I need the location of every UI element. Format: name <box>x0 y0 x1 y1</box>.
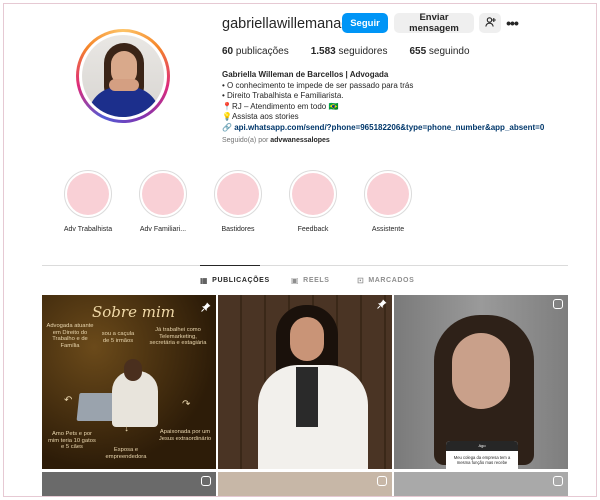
bio-line: • Direito Trabalhista e Familiarista. <box>222 91 344 101</box>
post-text: Apaixonada por um Jesus extraordinário <box>158 429 212 442</box>
grid-icon: ▦ <box>200 276 209 285</box>
highlight-adv-trabalhista[interactable]: Adv Trabalhista <box>60 170 116 233</box>
arrow-icon: ↶ <box>64 395 73 406</box>
followed-by[interactable]: Seguido(a) por advwanessalopes <box>222 137 330 144</box>
person-plus-icon <box>484 16 496 30</box>
arrow-icon: ↷ <box>182 399 191 410</box>
highlight-label: Feedback <box>297 226 329 233</box>
suggest-accounts-button[interactable] <box>479 13 501 33</box>
highlight-label: Assistente <box>371 226 405 233</box>
tab-tagged[interactable]: ⊡ MARCADOS <box>357 276 414 285</box>
more-options-button[interactable]: ••• <box>504 14 520 32</box>
profile-page: gabriellawillemanadv Seguir Enviar mensa… <box>3 3 597 497</box>
post-text: Amo Pets e por mim teria 10 gatos e 5 cã… <box>48 431 96 451</box>
send-message-button[interactable]: Enviar mensagem <box>394 12 474 34</box>
post-tile[interactable] <box>42 472 216 496</box>
reels-icon <box>377 476 387 486</box>
pin-icon <box>201 299 211 317</box>
arrow-icon: ↓ <box>124 423 129 434</box>
highlight-adv-familiari[interactable]: Adv Familiari... <box>135 170 191 233</box>
reels-icon: ▣ <box>291 276 300 285</box>
highlight-assistente[interactable]: Assistente <box>360 170 416 233</box>
bio-line: 💡Assista aos stories <box>222 112 299 122</box>
post-sobre-mim[interactable]: Sobre mim Advogada atuante em Direito do… <box>42 295 216 469</box>
post-tile[interactable] <box>218 472 392 496</box>
post-text: Advogada atuante em Direito do Trabalho … <box>46 323 94 349</box>
post-portrait[interactable] <box>218 295 392 469</box>
bio-link[interactable]: 🔗 api.whatsapp.com/send/?phone=965182206… <box>222 123 582 134</box>
highlight-label: Adv Trabalhista <box>63 226 113 233</box>
post-text: Esposa e empreendedora <box>105 447 147 460</box>
highlight-label: Bastidores <box>221 226 255 233</box>
profile-stats: 60 publicações 1.583 seguidores 655 segu… <box>222 46 470 57</box>
profile-bio: Gabriella Willeman de Barcellos | Advoga… <box>222 70 582 134</box>
highlight-label: Adv Familiari... <box>139 226 187 233</box>
posts-stat[interactable]: 60 publicações <box>222 46 289 57</box>
following-stat[interactable]: 655 seguindo <box>409 46 469 57</box>
profile-avatar[interactable] <box>76 29 170 123</box>
tabs-divider <box>42 265 568 266</box>
bio-name: Gabriella Willeman de Barcellos | Advoga… <box>222 70 389 79</box>
profile-username: gabriellawillemanadv <box>222 16 357 32</box>
pin-icon <box>377 299 387 312</box>
tagged-icon: ⊡ <box>357 276 365 285</box>
link-icon: 🔗 <box>222 122 232 132</box>
post-text: sou a caçula de 5 irmãos <box>101 331 135 344</box>
bio-line: 📍RJ – Atendimento em todo 🇧🇷 <box>222 101 339 111</box>
post-reel-video[interactable]: Ago Meu colega da empresa tem a mesma fu… <box>394 295 568 469</box>
more-icon: ••• <box>506 15 519 31</box>
bio-line: • O conhecimento te impede de ser passad… <box>222 80 414 90</box>
post-text: Já trabalhei como Telemarketing, secretá… <box>149 327 207 347</box>
highlight-feedback[interactable]: Feedback <box>285 170 341 233</box>
question-card-text: Meu colega da empresa tem a mesma função… <box>453 455 511 465</box>
question-card-header: Ago <box>446 441 518 451</box>
highlight-bastidores[interactable]: Bastidores <box>210 170 266 233</box>
post-title: Sobre mim <box>92 303 175 321</box>
reels-icon <box>553 299 563 309</box>
active-tab-indicator <box>200 265 260 266</box>
post-tile[interactable] <box>394 472 568 496</box>
tab-reels[interactable]: ▣ REELS <box>291 276 330 285</box>
follow-button[interactable]: Seguir <box>342 13 388 33</box>
tab-posts[interactable]: ▦ PUBLICAÇÕES <box>200 276 270 285</box>
followers-stat[interactable]: 1.583 seguidores <box>311 46 388 57</box>
reels-icon <box>201 476 211 486</box>
reels-icon <box>553 476 563 486</box>
